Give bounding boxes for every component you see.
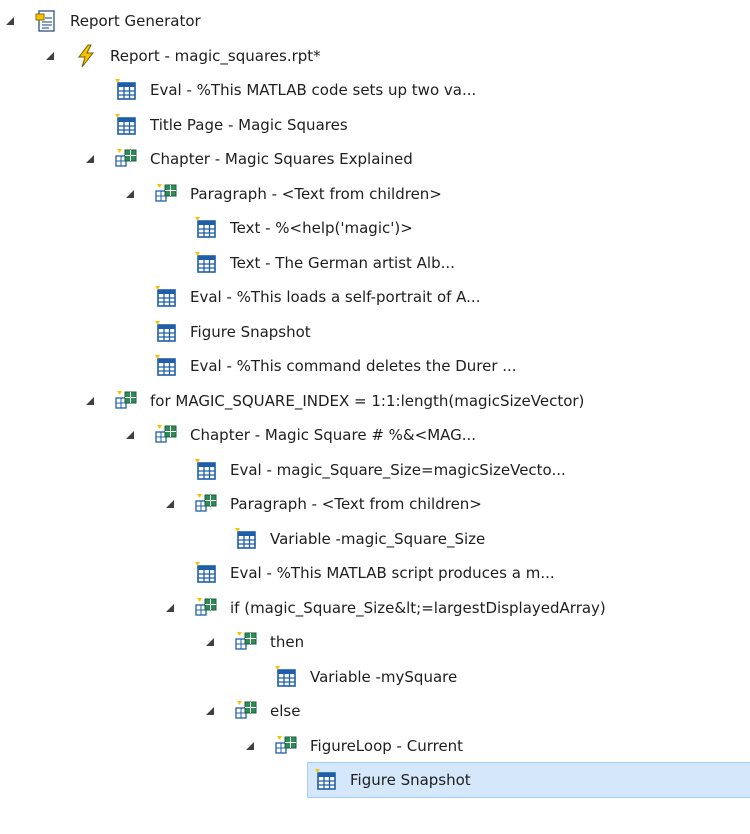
- tree-node-label: Variable -mySquare: [310, 667, 458, 686]
- tree-node-label: Report Generator: [70, 12, 201, 30]
- expand-toggle-icon[interactable]: [86, 155, 94, 163]
- tree-node[interactable]: Eval - %This MATLAB code sets up two va.…: [0, 73, 750, 107]
- expand-toggle-icon[interactable]: [166, 603, 174, 612]
- table-component-icon: [314, 768, 338, 792]
- expand-toggle-icon[interactable]: [46, 51, 54, 60]
- tree-node[interactable]: Chapter - Magic Squares Explained: [0, 142, 750, 176]
- nested-component-icon: [114, 389, 138, 413]
- expand-toggle-icon[interactable]: [166, 500, 174, 508]
- tree-node-label: if (magic_Square_Size&lt;=largestDisplay…: [230, 598, 606, 617]
- expand-toggle-icon[interactable]: [126, 431, 134, 439]
- tree-node[interactable]: Report - magic_squares.rpt*: [0, 39, 750, 73]
- expand-toggle-icon[interactable]: [6, 17, 14, 25]
- expand-toggle-icon[interactable]: [206, 707, 214, 715]
- tree-node[interactable]: then: [0, 625, 750, 659]
- tree-node-label: else: [270, 702, 301, 720]
- table-component-icon: [114, 113, 138, 137]
- tree-node-label: for MAGIC_SQUARE_INDEX = 1:1:length(magi…: [150, 391, 585, 410]
- nested-component-icon: [274, 734, 298, 758]
- table-component-icon: [194, 458, 218, 482]
- tree-node[interactable]: Report Generator: [0, 4, 750, 38]
- tree-node[interactable]: Eval - %This command deletes the Durer .…: [0, 349, 750, 383]
- tree-node-label: Paragraph - <Text from children>: [190, 184, 442, 203]
- tree-node[interactable]: FigureLoop - Current: [0, 729, 750, 763]
- expand-toggle-icon[interactable]: [86, 396, 94, 405]
- expand-toggle-icon[interactable]: [246, 741, 254, 750]
- table-component-icon: [274, 665, 298, 689]
- tree-node-label: Chapter - Magic Square # %&<MAG...: [190, 426, 477, 444]
- table-component-icon: [114, 78, 138, 102]
- tree-node[interactable]: Figure Snapshot: [0, 315, 750, 349]
- tree-node[interactable]: else: [0, 694, 750, 728]
- tree-node[interactable]: Text - %<help('magic')>: [0, 211, 750, 245]
- table-component-icon: [234, 527, 258, 551]
- nested-component-icon: [194, 492, 218, 516]
- table-component-icon: [154, 285, 178, 309]
- lightning-icon: [74, 44, 98, 68]
- nested-component-icon: [234, 630, 258, 654]
- table-component-icon: [194, 216, 218, 240]
- tree-node[interactable]: Text - The German artist Alb...: [0, 246, 750, 280]
- tree-node[interactable]: Title Page - Magic Squares: [0, 108, 750, 142]
- expand-toggle-icon[interactable]: [126, 189, 134, 198]
- table-component-icon: [194, 561, 218, 585]
- report-generator-icon: [34, 9, 58, 33]
- tree-node[interactable]: Eval - %This MATLAB script produces a m.…: [0, 556, 750, 590]
- tree-node-label: Eval - %This MATLAB code sets up two va.…: [150, 81, 477, 99]
- table-component-icon: [194, 251, 218, 275]
- tree-node-label: FigureLoop - Current: [310, 736, 464, 755]
- tree-node-label: Report - magic_squares.rpt*: [110, 46, 321, 65]
- tree-node-label: Figure Snapshot: [350, 771, 471, 789]
- nested-component-icon: [154, 182, 178, 206]
- tree-node[interactable]: if (magic_Square_Size&lt;=largestDisplay…: [0, 591, 750, 625]
- tree-node[interactable]: Eval - magic_Square_Size=magicSizeVecto.…: [0, 453, 750, 487]
- table-component-icon: [154, 354, 178, 378]
- tree-node[interactable]: Eval - %This loads a self-portrait of A.…: [0, 280, 750, 314]
- table-component-icon: [154, 320, 178, 344]
- tree-node-label: Eval - %This command deletes the Durer .…: [190, 357, 517, 375]
- tree-node-label: Eval - %This loads a self-portrait of A.…: [190, 288, 481, 306]
- expand-toggle-icon[interactable]: [206, 638, 214, 646]
- tree-node-label: Paragraph - <Text from children>: [230, 495, 482, 513]
- tree-node[interactable]: Chapter - Magic Square # %&<MAG...: [0, 418, 750, 452]
- tree-node-label: Text - %<help('magic')>: [230, 219, 413, 237]
- report-explorer-tree: Report Generator Report - magic_squares.…: [0, 0, 750, 834]
- tree-node[interactable]: Variable -mySquare: [0, 660, 750, 694]
- tree-node[interactable]: for MAGIC_SQUARE_INDEX = 1:1:length(magi…: [0, 384, 750, 418]
- nested-component-icon: [194, 596, 218, 620]
- nested-component-icon: [234, 699, 258, 723]
- tree-node-label: Variable -magic_Square_Size: [270, 529, 486, 548]
- tree-node-label: then: [270, 633, 305, 651]
- tree-node[interactable]: Figure Snapshot: [307, 762, 750, 798]
- nested-component-icon: [154, 423, 178, 447]
- tree-node-label: Chapter - Magic Squares Explained: [150, 150, 413, 168]
- tree-node[interactable]: Paragraph - <Text from children>: [0, 487, 750, 521]
- tree-node-label: Eval - magic_Square_Size=magicSizeVecto.…: [230, 460, 566, 479]
- tree-node[interactable]: Variable -magic_Square_Size: [0, 522, 750, 556]
- nested-component-icon: [114, 147, 138, 171]
- tree-node-label: Text - The German artist Alb...: [230, 253, 455, 272]
- tree-node[interactable]: Paragraph - <Text from children>: [0, 177, 750, 211]
- tree-node-label: Eval - %This MATLAB script produces a m.…: [230, 564, 555, 582]
- tree-node-label: Figure Snapshot: [190, 322, 311, 341]
- tree-node-label: Title Page - Magic Squares: [150, 115, 348, 134]
